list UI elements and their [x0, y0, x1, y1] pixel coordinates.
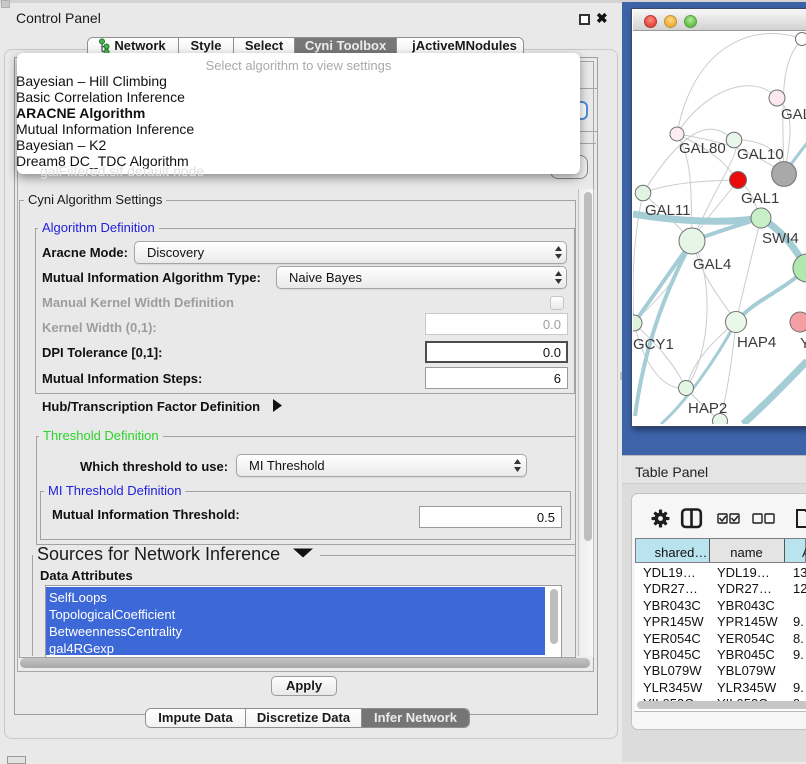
svg-text:GAL80: GAL80 — [679, 140, 726, 157]
svg-text:GCY1: GCY1 — [633, 336, 674, 353]
svg-text:GAL1: GAL1 — [741, 190, 779, 207]
svg-text:Y: Y — [800, 335, 806, 352]
svg-text:HAP2: HAP2 — [688, 400, 727, 417]
svg-text:GAL4: GAL4 — [693, 256, 731, 273]
svg-text:GAL: GAL — [781, 106, 806, 123]
svg-text:GAL11: GAL11 — [645, 202, 691, 219]
svg-text:GAL10: GAL10 — [737, 146, 784, 163]
svg-text:SWI4: SWI4 — [762, 230, 799, 247]
svg-text:HAP4: HAP4 — [737, 334, 776, 351]
